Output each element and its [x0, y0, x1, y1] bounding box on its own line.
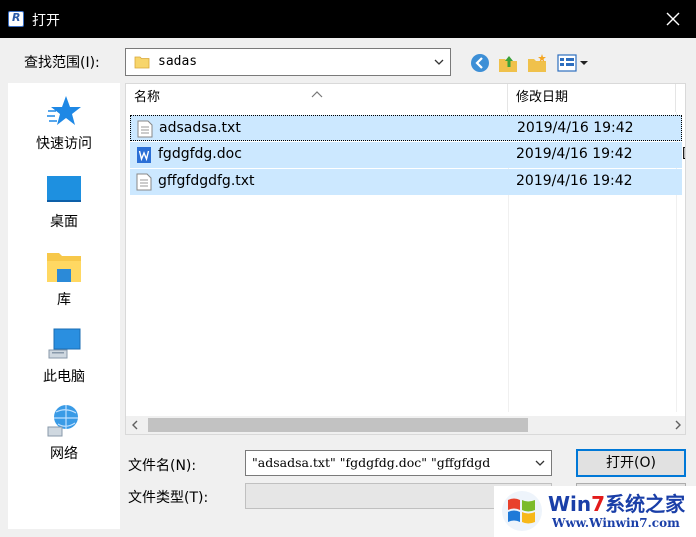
chevron-left-icon — [132, 420, 138, 430]
text-file-icon — [136, 173, 152, 191]
star-icon — [47, 96, 81, 125]
folder-icon — [134, 56, 150, 69]
filename-label: 文件名(N): — [128, 458, 197, 474]
network-icon — [47, 405, 78, 437]
file-row[interactable]: adsadsa.txt 2019/4/16 19:42 — [130, 115, 682, 141]
file-name: gffgfdgdfg.txt — [158, 173, 255, 189]
column-header-date[interactable]: 修改日期 — [508, 84, 676, 112]
view-menu-icon[interactable] — [556, 52, 590, 74]
word-file-icon — [137, 147, 151, 163]
column-header-name[interactable]: 名称 — [126, 84, 508, 112]
places-bar: 快速访问 桌面 库 此电脑 网络 — [8, 83, 120, 529]
lookin-value: sadas — [158, 54, 198, 69]
file-list[interactable]: 名称 修改日期 ... adsadsa.txt 2019/4/16 19:42 … — [125, 83, 686, 435]
place-label: 网络 — [50, 446, 78, 462]
file-row[interactable]: gffgfdgdfg.txt 2019/4/16 19:42 — [130, 169, 682, 195]
watermark-title: Win7系统之家 — [548, 492, 686, 516]
place-label: 库 — [57, 292, 71, 308]
file-row[interactable]: fgdgfdg.doc 2019/4/16 19:42 [ — [130, 142, 685, 168]
place-this-pc[interactable]: 此电脑 — [8, 320, 120, 392]
scroll-left-button[interactable] — [126, 416, 144, 434]
back-icon[interactable] — [469, 52, 491, 74]
up-folder-icon[interactable] — [497, 52, 519, 74]
lookin-label: 查找范围(I): — [24, 55, 100, 71]
close-icon — [666, 12, 680, 26]
file-name: adsadsa.txt — [159, 120, 241, 136]
file-name: fgdgfdg.doc — [158, 146, 242, 162]
place-quick-access[interactable]: 快速访问 — [8, 87, 120, 159]
text-file-icon — [137, 120, 153, 138]
library-icon — [47, 253, 81, 282]
chevron-down-icon — [434, 59, 444, 65]
list-header: 名称 修改日期 ... — [126, 84, 685, 112]
column-header-type[interactable]: ... — [676, 84, 685, 112]
scroll-right-button[interactable] — [669, 416, 685, 434]
place-label: 此电脑 — [43, 369, 85, 385]
close-button[interactable] — [650, 0, 696, 38]
filetype-label: 文件类型(T): — [128, 490, 209, 506]
lookin-combo[interactable]: sadas — [125, 48, 451, 76]
file-date: 2019/4/16 19:42 — [516, 146, 633, 162]
watermark: Win7系统之家 Www.Winwin7.com — [494, 486, 696, 537]
windows-logo-icon — [502, 491, 542, 531]
open-button[interactable]: 打开(O) — [576, 449, 686, 477]
file-date: 2019/4/16 19:42 — [516, 173, 633, 189]
filename-value: "adsadsa.txt" "fgdgfdg.doc" "gffgfdgd — [252, 455, 491, 470]
place-network[interactable]: 网络 — [8, 397, 120, 469]
chevron-down-icon[interactable] — [533, 456, 547, 470]
window-title: 打开 — [32, 13, 60, 29]
scrollbar-thumb[interactable] — [148, 418, 528, 432]
place-library[interactable]: 库 — [8, 243, 120, 315]
file-date: 2019/4/16 19:42 — [517, 120, 634, 136]
computer-icon — [48, 328, 81, 359]
horizontal-scrollbar[interactable] — [126, 416, 685, 434]
desktop-icon — [47, 176, 81, 202]
place-desktop[interactable]: 桌面 — [8, 165, 120, 237]
file-extra: [ — [682, 146, 685, 161]
filename-input[interactable]: "adsadsa.txt" "fgdgfdg.doc" "gffgfdgd — [245, 450, 552, 476]
place-label: 快速访问 — [36, 136, 92, 152]
watermark-url: Www.Winwin7.com — [552, 516, 680, 530]
sort-ascending-icon — [310, 84, 324, 98]
place-label: 桌面 — [50, 214, 78, 230]
new-folder-icon[interactable] — [526, 52, 548, 74]
title-bar: 打开 — [0, 0, 696, 38]
app-icon — [8, 11, 24, 27]
chevron-right-icon — [675, 420, 681, 430]
